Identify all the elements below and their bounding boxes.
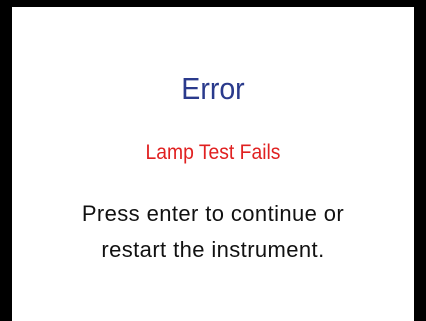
error-screen: Error Lamp Test Fails Press enter to con… — [0, 0, 426, 321]
error-message: Press enter to continue or restart the i… — [12, 196, 414, 268]
error-subtitle: Lamp Test Fails — [145, 141, 281, 164]
error-message-line-1: Press enter to continue or — [81, 201, 345, 226]
error-title: Error — [181, 71, 245, 106]
error-message-line-2: restart the instrument. — [101, 237, 325, 262]
